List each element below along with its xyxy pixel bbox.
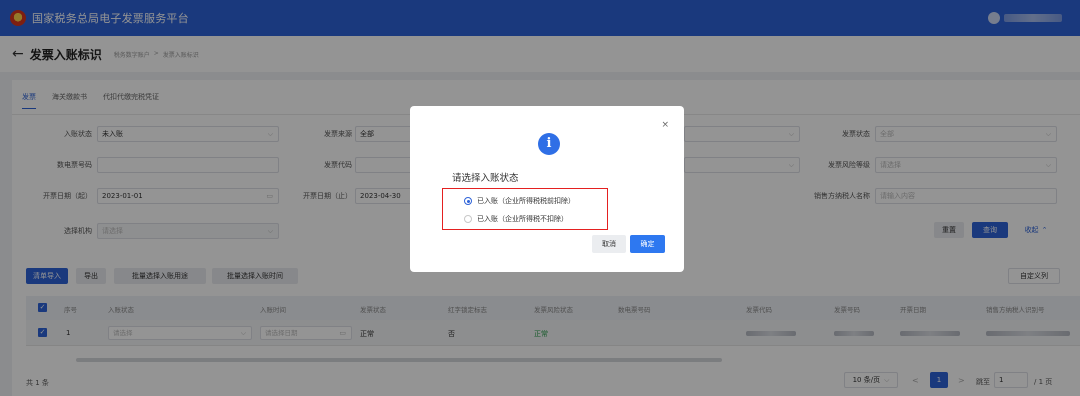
info-icon: i (538, 133, 560, 155)
radio-checked-icon (464, 197, 472, 205)
radio-option-label: 已入账（企业所得税税前扣除） (477, 197, 575, 205)
radio-option-non-deductible[interactable]: 已入账（企业所得税不扣除） (464, 213, 614, 225)
close-icon[interactable]: × (661, 120, 669, 130)
confirm-button[interactable]: 确定 (630, 235, 665, 253)
cancel-button[interactable]: 取消 (592, 235, 626, 253)
entry-status-dialog: × i 请选择入账状态 已入账（企业所得税税前扣除） 已入账（企业所得税不扣除）… (410, 106, 684, 272)
radio-unchecked-icon (464, 215, 472, 223)
radio-option-deductible[interactable]: 已入账（企业所得税税前扣除） (464, 195, 614, 207)
dialog-title: 请选择入账状态 (452, 173, 519, 184)
radio-option-label: 已入账（企业所得税不扣除） (477, 215, 568, 223)
